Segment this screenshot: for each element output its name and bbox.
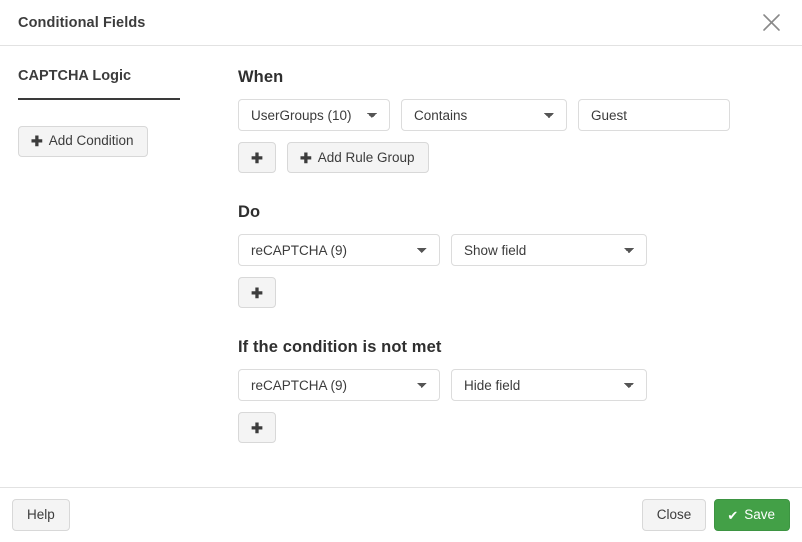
plus-icon: ✚	[31, 133, 43, 149]
when-actions-row: ✚ ✚ Add Rule Group	[238, 142, 762, 173]
dialog-footer: Help Close ✔ Save	[0, 488, 802, 542]
save-button[interactable]: ✔ Save	[714, 499, 790, 531]
when-value-input[interactable]	[578, 99, 730, 131]
dialog-body: CAPTCHA Logic ✚ Add Condition When UserG…	[0, 46, 802, 488]
close-button[interactable]: Close	[641, 499, 707, 531]
conditional-fields-dialog: Conditional Fields CAPTCHA Logic ✚ Add C…	[0, 0, 802, 542]
add-rule-button[interactable]: ✚	[238, 142, 276, 173]
add-condition-button[interactable]: ✚ Add Condition	[18, 126, 148, 157]
close-icon	[762, 13, 781, 32]
sidebar: CAPTCHA Logic ✚ Add Condition	[0, 46, 220, 487]
check-icon: ✔	[727, 507, 739, 523]
otherwise-action-select[interactable]: Hide field	[451, 369, 647, 401]
add-condition-label: Add Condition	[48, 133, 134, 149]
otherwise-field-select[interactable]: reCAPTCHA (9)	[238, 369, 440, 401]
add-rule-group-button[interactable]: ✚ Add Rule Group	[287, 142, 429, 173]
close-dialog-button[interactable]	[756, 8, 786, 38]
dialog-header: Conditional Fields	[0, 0, 802, 46]
section-do-title: Do	[238, 203, 261, 221]
plus-icon: ✚	[251, 149, 263, 166]
otherwise-actions-row: ✚	[238, 412, 762, 443]
do-field-select[interactable]: reCAPTCHA (9)	[238, 234, 440, 266]
when-rule-row: UserGroups (10) Contains	[238, 99, 762, 131]
when-field-select[interactable]: UserGroups (10)	[238, 99, 390, 131]
section-otherwise-title: If the condition is not met	[238, 338, 442, 356]
add-do-action-button[interactable]: ✚	[238, 277, 276, 308]
do-action-select[interactable]: Show field	[451, 234, 647, 266]
section-do: Do reCAPTCHA (9) Show field ✚	[238, 203, 762, 308]
add-rule-group-label: Add Rule Group	[317, 149, 415, 165]
help-button[interactable]: Help	[12, 499, 70, 531]
page-title: Conditional Fields	[18, 14, 146, 31]
section-when: When UserGroups (10) Contains ✚ ✚	[238, 68, 762, 173]
plus-icon: ✚	[251, 284, 263, 301]
otherwise-action-row: reCAPTCHA (9) Hide field	[238, 369, 762, 401]
do-action-row: reCAPTCHA (9) Show field	[238, 234, 762, 266]
save-button-label: Save	[744, 507, 775, 523]
plus-icon: ✚	[251, 419, 263, 436]
tab-captcha-logic-label: CAPTCHA Logic	[18, 68, 132, 84]
tab-captcha-logic[interactable]: CAPTCHA Logic	[18, 68, 180, 100]
plus-icon: ✚	[300, 149, 312, 166]
do-actions-row: ✚	[238, 277, 762, 308]
section-when-title: When	[238, 68, 284, 86]
main-content: When UserGroups (10) Contains ✚ ✚	[220, 46, 802, 487]
section-otherwise: If the condition is not met reCAPTCHA (9…	[238, 338, 762, 443]
when-operator-select[interactable]: Contains	[401, 99, 567, 131]
add-otherwise-action-button[interactable]: ✚	[238, 412, 276, 443]
footer-actions: Close ✔ Save	[641, 499, 790, 531]
